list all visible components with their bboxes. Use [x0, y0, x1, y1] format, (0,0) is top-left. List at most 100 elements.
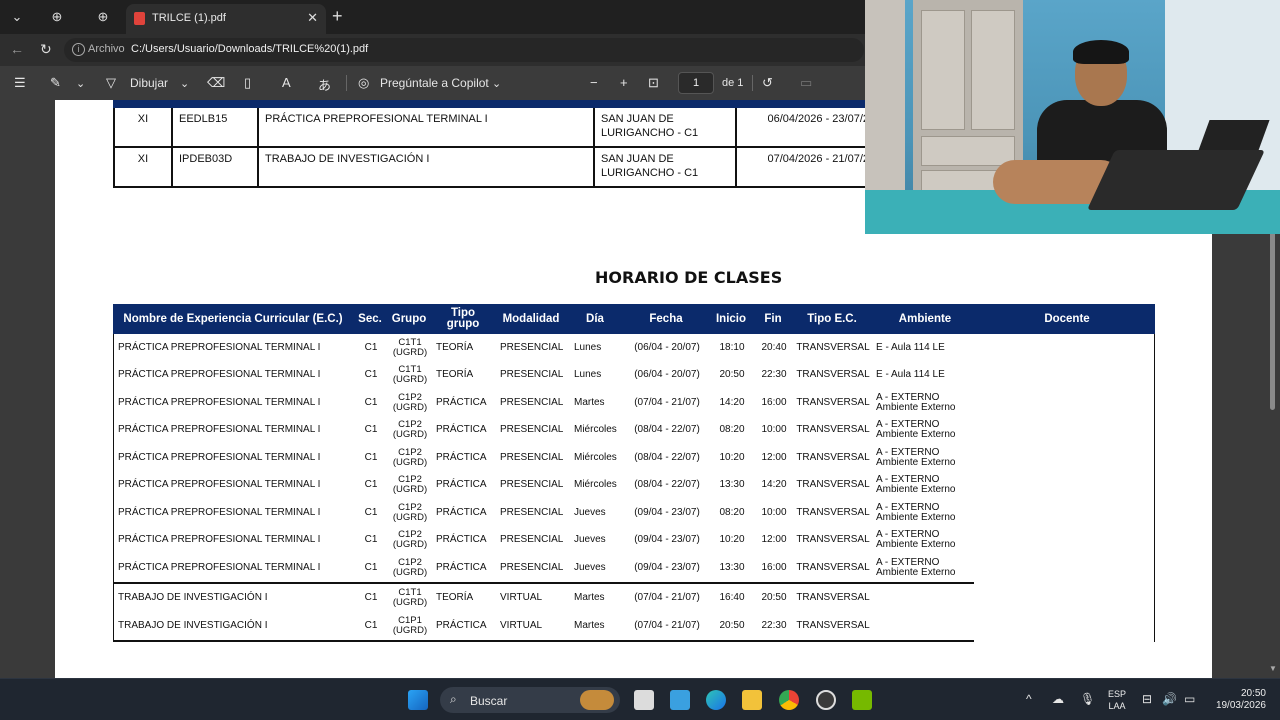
- header-docente: Docente: [1044, 312, 1090, 325]
- page-view-icon[interactable]: ▯: [244, 75, 251, 91]
- dia-cell: Jueves: [574, 561, 606, 573]
- ec-name-cell: TRABAJO DE INVESTIGACIÓN I: [118, 619, 268, 631]
- taskbar-search[interactable]: ⌕ Buscar: [440, 687, 620, 713]
- rotate-icon[interactable]: ↺: [762, 75, 773, 91]
- fit-page-icon[interactable]: ⊡: [648, 75, 659, 91]
- url-scheme-label: Archivo: [88, 43, 125, 55]
- microphone-icon[interactable]: 🎙: [1080, 692, 1095, 706]
- fecha-cell: (09/04 - 23/07): [634, 506, 700, 518]
- ec-name-cell: PRÁCTICA PREPROFESIONAL TERMINAL I: [118, 396, 321, 408]
- dia-cell: Miércoles: [574, 451, 617, 463]
- draw-dropdown-icon[interactable]: ⌄: [180, 77, 189, 90]
- draw-icon[interactable]: ▽: [106, 75, 116, 91]
- workspaces-icon[interactable]: ⊕: [46, 7, 68, 27]
- obs-icon[interactable]: [816, 690, 836, 710]
- zoom-in-button[interactable]: +: [620, 75, 628, 90]
- start-icon[interactable]: [408, 690, 428, 710]
- draw-button[interactable]: Dibujar: [130, 76, 168, 90]
- clock[interactable]: 20:50 19/03/2026: [1210, 688, 1266, 712]
- code-cell: IPDEB03D: [173, 148, 259, 186]
- webcam-overlay: [865, 0, 1280, 234]
- tipo-ec-cell: TRANSVERSAL: [796, 341, 870, 353]
- url-field[interactable]: i Archivo C:/Users/Usuario/Downloads/TRI…: [64, 38, 864, 62]
- modalidad-cell: VIRTUAL: [500, 591, 543, 603]
- modalidad-cell: PRESENCIAL: [500, 561, 564, 573]
- zoom-out-button[interactable]: −: [590, 75, 598, 90]
- fecha-cell: (06/04 - 20/07): [634, 369, 700, 380]
- info-icon[interactable]: i: [72, 43, 85, 56]
- read-aloud-icon[interactable]: A: [282, 75, 291, 90]
- url-text[interactable]: C:/Users/Usuario/Downloads/TRILCE%20(1).…: [131, 43, 368, 55]
- tab-trilce-pdf[interactable]: TRILCE (1).pdf ✕: [126, 4, 326, 34]
- toolbar-divider: [752, 75, 753, 91]
- sec-cell: C1: [364, 561, 378, 573]
- eraser-icon[interactable]: ⌫: [207, 75, 225, 91]
- tab-close-icon[interactable]: ✕: [307, 10, 318, 26]
- tipo-ec-cell: TRANSVERSAL: [796, 424, 870, 435]
- ambiente-cell: A - EXTERNO Ambiente Externo: [876, 556, 956, 578]
- highlight-dropdown-icon[interactable]: ⌄: [76, 77, 85, 90]
- table-row: PRÁCTICA PREPROFESIONAL TERMINAL I C1 C1P2…: [114, 389, 974, 416]
- tipo-grupo-cell: PRÁCTICA: [436, 451, 487, 463]
- dia-cell: Martes: [574, 619, 605, 631]
- translate-icon[interactable]: あ: [318, 75, 331, 94]
- header-dia: Día: [586, 312, 604, 325]
- file-explorer-icon[interactable]: [742, 690, 762, 710]
- copilot-dropdown-icon[interactable]: ⌄: [492, 77, 501, 90]
- chrome-icon[interactable]: [779, 690, 799, 710]
- ec-name-cell: PRÁCTICA PREPROFESIONAL TERMINAL I: [118, 341, 321, 353]
- tipo-ec-cell: TRANSVERSAL: [796, 619, 870, 631]
- ambiente-cell: A - EXTERNO Ambiente Externo: [876, 501, 956, 523]
- network-icon[interactable]: ⊟: [1142, 692, 1152, 706]
- dia-cell: Lunes: [574, 341, 602, 353]
- tray-overflow-icon[interactable]: ^: [1026, 692, 1032, 706]
- scroll-down-icon[interactable]: ▼: [1269, 664, 1277, 673]
- back-icon[interactable]: ←: [10, 41, 24, 57]
- header-fin: Fin: [764, 312, 782, 325]
- header-sec: Sec.: [358, 312, 382, 325]
- copilot-button[interactable]: Pregúntale a Copilot: [380, 76, 489, 90]
- dia-cell: Miércoles: [574, 479, 617, 490]
- language-indicator[interactable]: ESP LAA: [1108, 688, 1126, 712]
- fin-cell: 12:00: [761, 451, 787, 463]
- fin-cell: 10:00: [761, 506, 787, 518]
- cloud-off-icon[interactable]: ☁: [1052, 692, 1064, 706]
- dia-cell: Jueves: [574, 506, 606, 518]
- reload-icon[interactable]: ↻: [40, 41, 52, 58]
- fin-cell: 16:00: [761, 561, 787, 573]
- page-number-input[interactable]: 1: [678, 72, 714, 94]
- two-page-icon[interactable]: ▭: [800, 75, 812, 91]
- modalidad-cell: PRESENCIAL: [500, 451, 564, 463]
- dia-cell: Miércoles: [574, 424, 617, 435]
- store-icon[interactable]: [670, 690, 690, 710]
- header-name: Nombre de Experiencia Curricular (E.C.): [123, 312, 343, 325]
- fecha-cell: (08/04 - 22/07): [634, 424, 700, 435]
- inicio-cell: 10:20: [719, 534, 745, 545]
- edge-icon[interactable]: [706, 690, 726, 710]
- table-row: PRÁCTICA PREPROFESIONAL TERMINAL I C1 C1P2…: [114, 417, 974, 444]
- highlight-icon[interactable]: ✎: [50, 75, 61, 91]
- search-label: Buscar: [470, 694, 508, 708]
- task-view-icon[interactable]: [634, 690, 654, 710]
- grupo-cell: C1P2 (UGRD): [392, 474, 428, 495]
- sec-cell: C1: [364, 424, 378, 435]
- ec-name-cell: PRÁCTICA PREPROFESIONAL TERMINAL I: [118, 561, 321, 573]
- volume-icon[interactable]: 🔊: [1162, 692, 1177, 706]
- new-tab-button[interactable]: +: [332, 6, 343, 27]
- fin-cell: 22:30: [761, 619, 787, 631]
- search-icon: ⌕: [450, 692, 457, 706]
- fecha-cell: (06/04 - 20/07): [634, 341, 700, 353]
- table-row: XI IPDEB03D TRABAJO DE INVESTIGACIÓN I S…: [113, 148, 873, 188]
- fin-cell: 14:20: [761, 479, 787, 490]
- grupo-cell: C1P2 (UGRD): [392, 391, 428, 413]
- dates-cell: 07/04/2026 - 21/07/2: [767, 153, 869, 165]
- contents-icon[interactable]: ☰: [14, 75, 26, 91]
- pdf-icon: [134, 12, 145, 25]
- copilot-icon[interactable]: ◎: [358, 75, 369, 91]
- battery-icon[interactable]: ▭: [1184, 692, 1195, 706]
- nvidia-icon[interactable]: [852, 690, 872, 710]
- globe-icon[interactable]: ⊕: [92, 7, 114, 27]
- tab-search-chevron-icon[interactable]: ⌄: [6, 7, 28, 27]
- inicio-cell: 13:30: [719, 479, 745, 490]
- modalidad-cell: PRESENCIAL: [500, 534, 564, 545]
